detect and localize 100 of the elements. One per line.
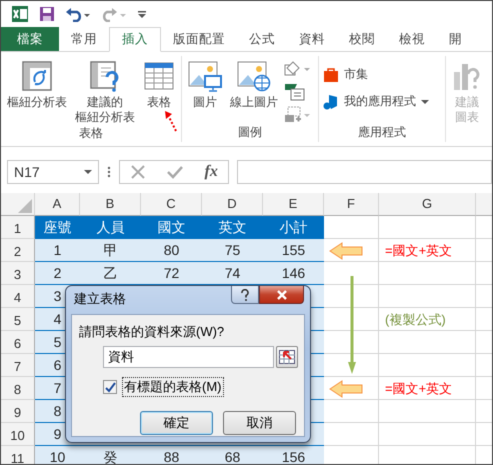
screenshot-icon[interactable] [284,106,312,124]
prompt-text: 請問表格的資料來源(W)? [79,323,226,341]
table-cell: 68 [202,446,263,464]
row-header[interactable]: 5 [1,308,35,331]
more-icon [107,166,111,178]
checkbox-label[interactable]: 有標題的表格(M) [122,377,224,397]
pivot-question-icon [89,60,121,92]
picture-monitor-icon [188,60,222,92]
ribbon-button[interactable]: 線上圖片 [228,60,280,124]
table-cell: 2 [35,262,80,285]
customize-icon[interactable] [137,9,147,19]
table-cell: 146 [263,262,324,285]
undo-icon[interactable] [65,6,91,22]
table-cell: 10 [35,446,80,464]
ribbon-button[interactable]: 表格 [141,60,177,125]
table-cell: 人員 [80,216,141,239]
table-cell [324,285,379,308]
ribbon-tab[interactable]: 插入 [109,27,161,52]
dropdown-icon [421,98,429,104]
column-header[interactable]: B [80,193,141,216]
table-cell: 小計 [263,216,324,239]
column-header[interactable]: F [324,193,379,216]
ribbon-button[interactable]: 圖片 [186,60,224,124]
row-header[interactable]: 11 [1,446,35,464]
table-cell: 80 [141,239,202,262]
ribbon-button[interactable]: 我的應用程式 [323,93,441,110]
ribbon-button[interactable]: 建議的 樞紐分析表 [73,60,137,125]
table-cell: 甲 [80,239,141,262]
dropdown-icon [84,168,92,174]
row-header[interactable]: 4 [1,285,35,308]
ribbon-tab[interactable]: 版面配置 [161,27,237,51]
table-cell [324,216,379,239]
shapes-icon[interactable] [284,60,312,78]
left-arrow [329,242,363,260]
row-header[interactable]: 2 [1,239,35,262]
table-cell: 75 [202,239,263,262]
table-cell: 72 [141,262,202,285]
ribbon-tab[interactable]: 校閱 [337,27,387,51]
pivot-table-icon [21,60,53,92]
row-header[interactable]: 6 [1,331,35,354]
column-header[interactable]: G [379,193,476,216]
group-label: 圖例 [237,124,263,141]
table-cell: 74 [202,262,263,285]
table-cell: 座號 [35,216,80,239]
save-icon[interactable] [39,6,55,22]
collapse-button[interactable] [276,346,298,368]
insert-function-button[interactable]: fx [204,162,218,180]
checkbox[interactable] [103,380,117,394]
table-cell: 國文 [141,216,202,239]
note-text: =國文+英文 [384,242,452,260]
excel-logo-icon [11,5,29,23]
ribbon-tab[interactable]: 常用 [59,27,109,51]
table-cell [324,400,379,423]
ribbon-button[interactable]: 市集 [323,66,441,83]
dialog-button[interactable]: 確定 [140,411,213,435]
table-cell: 156 [263,446,324,464]
range-select-icon [279,350,295,364]
row-header[interactable]: 3 [1,262,35,285]
close-icon [276,290,286,300]
note-text: =國文+英文 [384,380,452,398]
table-cell: 155 [263,239,324,262]
pointer-arrow [164,110,178,132]
row-header[interactable]: 10 [1,423,35,446]
group-label: 表格 [78,125,104,142]
table-cell: 癸 [80,446,141,464]
table-cell [324,331,379,354]
column-header[interactable]: D [202,193,263,216]
app-cubes-icon [323,94,339,110]
formula-field[interactable] [237,160,492,184]
column-header[interactable]: E [263,193,324,216]
ribbon-tab[interactable]: 資料 [287,27,337,51]
ribbon-tab[interactable]: 檔案 [1,27,59,51]
row-header[interactable]: 9 [1,400,35,423]
dialog-button[interactable]: 取消 [223,411,296,435]
table-icon [143,60,175,92]
table-cell: 88 [141,446,202,464]
table-cell [324,262,379,285]
range-field[interactable]: 資料 [103,346,274,368]
ribbon-tab[interactable]: 檢視 [387,27,437,51]
ribbon-button[interactable]: 樞紐分析表 [5,60,69,125]
table-cell: 英文 [202,216,263,239]
ribbon-tab[interactable]: 公式 [237,27,287,51]
shopping-bag-icon [323,66,339,82]
left-arrow [329,380,363,398]
row-header[interactable]: 1 [1,216,35,239]
table-cell [324,423,379,446]
picture-globe-icon [237,60,271,92]
table-cell: 乙 [80,262,141,285]
group-label: 應用程式 [357,124,407,141]
table-cell: 1 [35,239,80,262]
ribbon-tab[interactable]: 開 [437,27,474,51]
row-header[interactable]: 7 [1,354,35,377]
row-header[interactable]: 8 [1,377,35,400]
smartart-icon[interactable] [284,82,306,102]
close-button[interactable] [259,286,304,304]
column-header[interactable]: A [35,193,80,216]
note-text: (複製公式) [384,311,446,329]
help-button[interactable] [231,286,259,304]
column-header[interactable]: C [141,193,202,216]
name-box[interactable]: N17 [7,160,99,184]
